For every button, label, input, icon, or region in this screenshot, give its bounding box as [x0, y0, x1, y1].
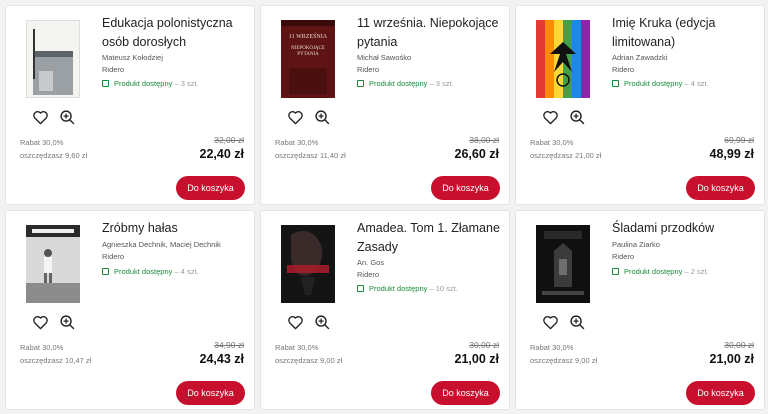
old-price: 38,00 zł — [469, 135, 499, 145]
product-author[interactable]: Agnieszka Dechnik, Maciej Dechnik — [102, 240, 221, 249]
book-cover[interactable] — [281, 225, 335, 303]
product-card: Amadea. Tom 1. Złamane Zasady An. Gos Ri… — [260, 210, 510, 410]
old-price: 69,99 zł — [724, 135, 754, 145]
product-title[interactable]: Edukacja polonistyczna osób dorosłych — [102, 14, 250, 52]
heart-icon[interactable] — [287, 110, 304, 125]
check-icon — [612, 80, 619, 87]
product-card: 11 WRZEŚNIA NIEPOKOJĄCE PYTANIA 11 wrześ… — [260, 5, 510, 205]
heart-icon[interactable] — [287, 315, 304, 330]
discount-label: Rabat 30,0% — [530, 343, 574, 352]
product-author[interactable]: Mateusz Kołodziej — [102, 53, 163, 62]
heart-icon[interactable] — [32, 110, 49, 125]
availability-status: Produkt dostępny – 10 szt. — [357, 284, 458, 293]
product-publisher: Ridero — [612, 252, 635, 261]
product-title[interactable]: Imię Kruka (edycja limitowana) — [612, 14, 760, 52]
add-to-cart-button[interactable]: Do koszyka — [686, 176, 755, 200]
availability-status: Produkt dostępny – 4 szt. — [102, 267, 199, 276]
product-card: Imię Kruka (edycja limitowana) Adrian Za… — [515, 5, 765, 205]
product-publisher: Ridero — [357, 65, 380, 74]
discount-label: Rabat 30,0% — [20, 138, 64, 147]
product-title[interactable]: Zróbmy hałas — [102, 219, 250, 238]
product-card: Edukacja polonistyczna osób dorosłych Ma… — [5, 5, 255, 205]
price: 21,00 zł — [709, 352, 754, 366]
availability-status: Produkt dostępny – 3 szt. — [102, 79, 199, 88]
availability-status: Produkt dostępny – 3 szt. — [357, 79, 454, 88]
heart-icon[interactable] — [542, 110, 559, 125]
zoom-icon[interactable] — [314, 109, 331, 126]
price: 22,40 zł — [199, 147, 244, 161]
availability-status: Produkt dostępny – 4 szt. — [612, 79, 709, 88]
old-price: 32,00 zł — [214, 135, 244, 145]
price: 21,00 zł — [454, 352, 499, 366]
zoom-icon[interactable] — [59, 314, 76, 331]
add-to-cart-button[interactable]: Do koszyka — [176, 176, 245, 200]
zoom-icon[interactable] — [59, 109, 76, 126]
saving-label: oszczędzasz 21,00 zł — [530, 151, 602, 160]
book-cover[interactable] — [536, 225, 590, 303]
product-author[interactable]: Michał Sawośko — [357, 53, 411, 62]
discount-label: Rabat 30,0% — [530, 138, 574, 147]
saving-label: oszczędzasz 9,00 zł — [530, 356, 598, 365]
product-author[interactable]: Paulina Ziarko — [612, 240, 660, 249]
add-to-cart-button[interactable]: Do koszyka — [431, 176, 500, 200]
product-grid: Edukacja polonistyczna osób dorosłych Ma… — [0, 0, 768, 414]
product-publisher: Ridero — [357, 270, 380, 279]
saving-label: oszczędzasz 9,60 zł — [20, 151, 88, 160]
heart-icon[interactable] — [32, 315, 49, 330]
old-price: 34,90 zł — [214, 340, 244, 350]
discount-label: Rabat 30,0% — [275, 138, 319, 147]
saving-label: oszczędzasz 9,00 zł — [275, 356, 343, 365]
product-publisher: Ridero — [102, 65, 125, 74]
zoom-icon[interactable] — [569, 314, 586, 331]
check-icon — [357, 285, 364, 292]
old-price: 30,00 zł — [469, 340, 499, 350]
add-to-cart-button[interactable]: Do koszyka — [176, 381, 245, 405]
old-price: 30,00 zł — [724, 340, 754, 350]
book-cover[interactable] — [26, 20, 80, 98]
product-card: Zróbmy hałas Agnieszka Dechnik, Maciej D… — [5, 210, 255, 410]
heart-icon[interactable] — [542, 315, 559, 330]
product-author[interactable]: An. Gos — [357, 258, 384, 267]
product-title[interactable]: 11 września. Niepokojące pytania — [357, 14, 505, 52]
add-to-cart-button[interactable]: Do koszyka — [686, 381, 755, 405]
zoom-icon[interactable] — [314, 314, 331, 331]
saving-label: oszczędzasz 10,47 zł — [20, 356, 92, 365]
product-card: Śladami przodków Paulina Ziarko Ridero P… — [515, 210, 765, 410]
product-publisher: Ridero — [612, 65, 635, 74]
price: 48,99 zł — [709, 147, 754, 161]
discount-label: Rabat 30,0% — [20, 343, 64, 352]
price: 26,60 zł — [454, 147, 499, 161]
availability-status: Produkt dostępny – 2 szt. — [612, 267, 709, 276]
product-author[interactable]: Adrian Zawadzki — [612, 53, 667, 62]
check-icon — [102, 268, 109, 275]
product-title[interactable]: Amadea. Tom 1. Złamane Zasady — [357, 219, 505, 257]
check-icon — [612, 268, 619, 275]
book-cover[interactable] — [536, 20, 590, 98]
price: 24,43 zł — [199, 352, 244, 366]
zoom-icon[interactable] — [569, 109, 586, 126]
add-to-cart-button[interactable]: Do koszyka — [431, 381, 500, 405]
book-cover[interactable] — [26, 225, 80, 303]
cover-title: 11 WRZEŚNIA — [288, 34, 328, 40]
check-icon — [357, 80, 364, 87]
check-icon — [102, 80, 109, 87]
book-cover[interactable]: 11 WRZEŚNIA NIEPOKOJĄCE PYTANIA — [281, 20, 335, 98]
discount-label: Rabat 30,0% — [275, 343, 319, 352]
product-publisher: Ridero — [102, 252, 125, 261]
product-title[interactable]: Śladami przodków — [612, 219, 760, 238]
cover-subtitle: NIEPOKOJĄCE PYTANIA — [291, 46, 325, 57]
saving-label: oszczędzasz 11,40 zł — [275, 151, 346, 160]
